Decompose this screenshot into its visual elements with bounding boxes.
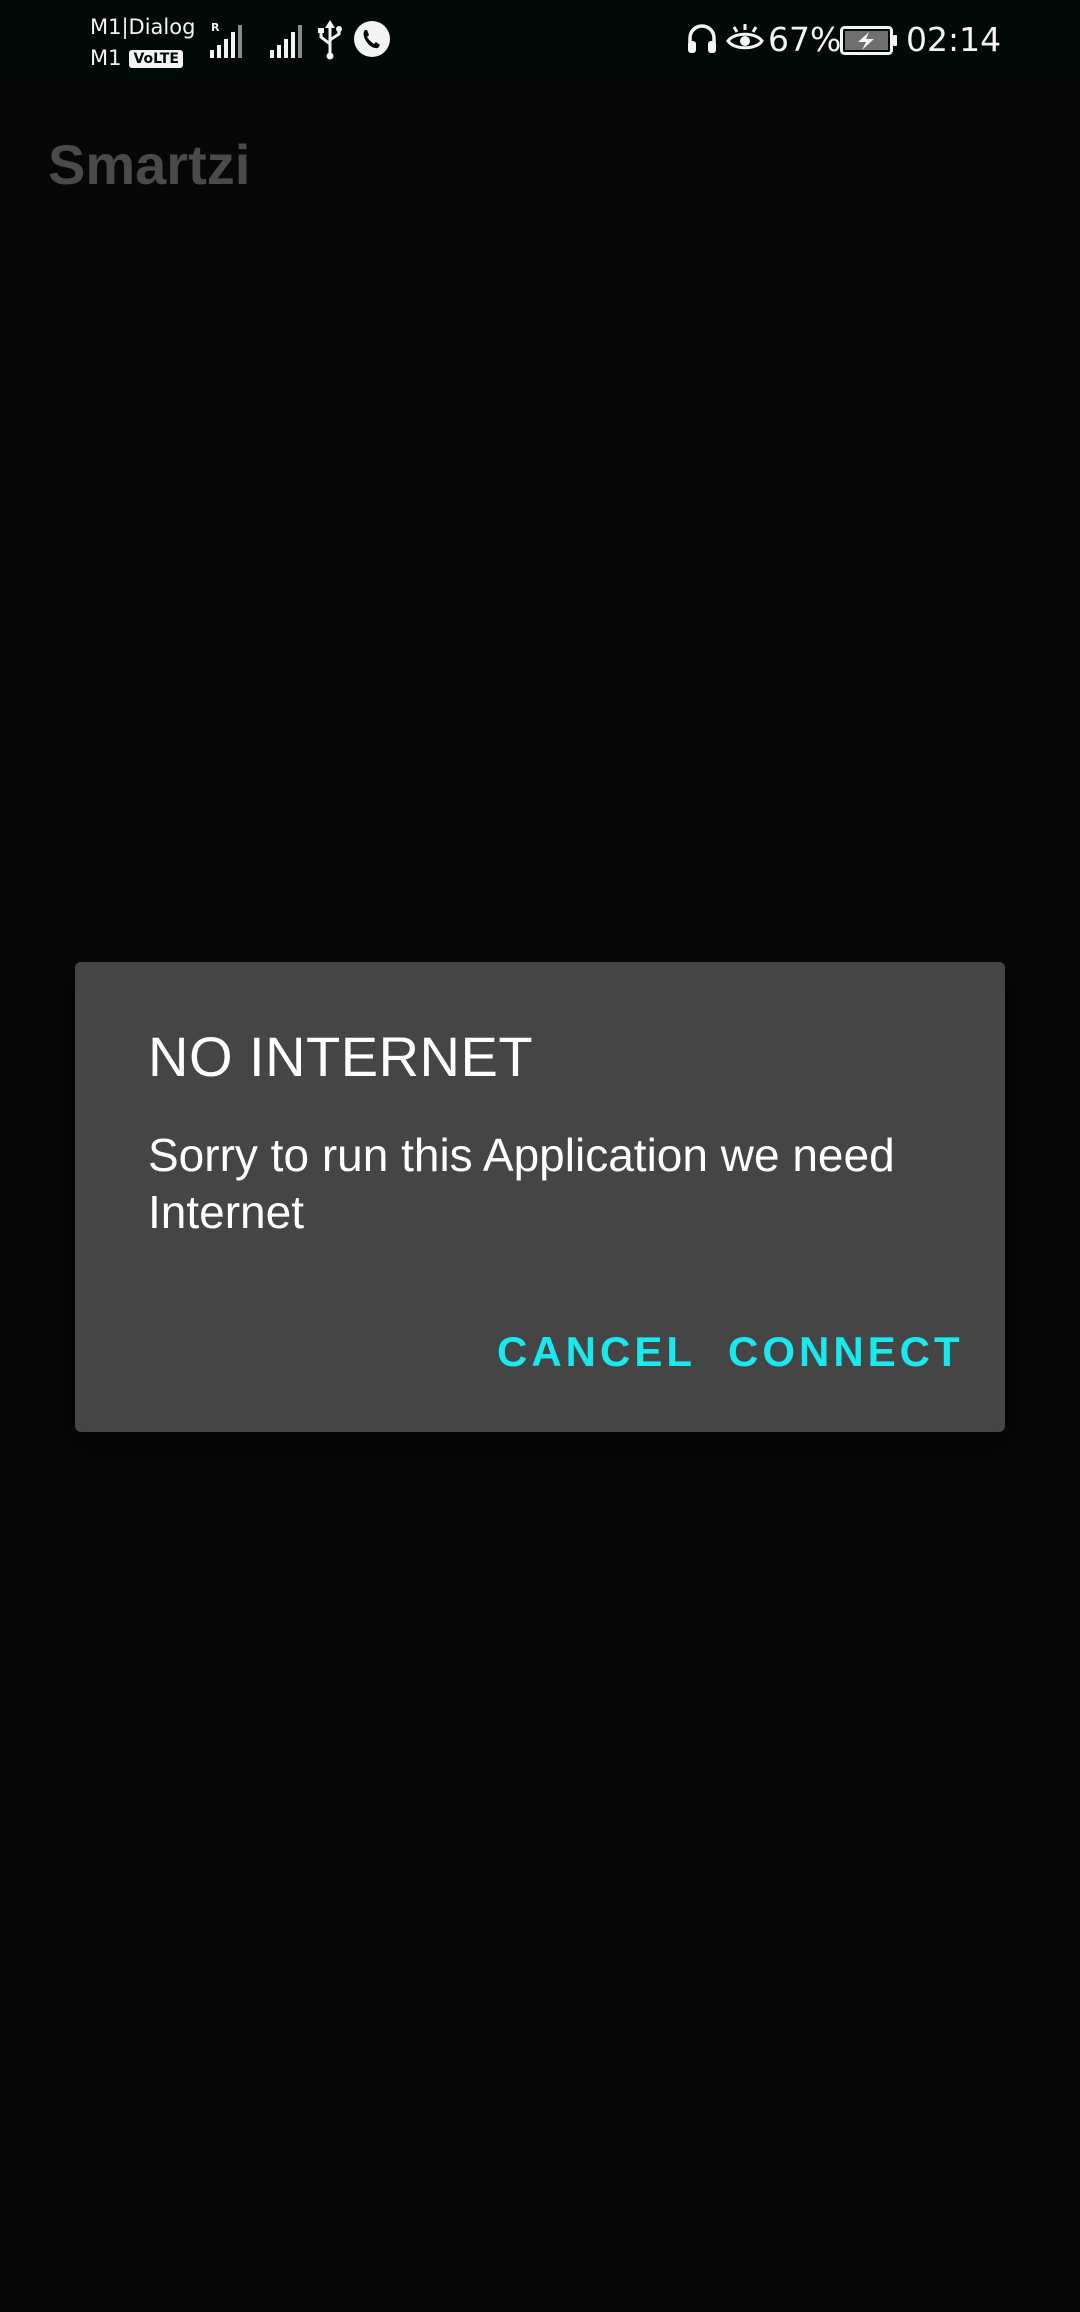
battery-charging-icon — [840, 26, 898, 60]
headset-icon — [686, 22, 718, 60]
app-title: Smartzi — [48, 133, 251, 196]
app-bar: Smartzi — [0, 80, 1080, 260]
connect-button[interactable]: CONNECT — [728, 1312, 964, 1392]
roaming-indicator: R — [211, 21, 220, 34]
signal-icon: R — [208, 20, 244, 64]
no-internet-dialog: NO INTERNET Sorry to run this Applicatio… — [75, 962, 1005, 1432]
status-bar: M1|Dialog M1 VoLTE R 67% 02:14 — [0, 0, 1080, 80]
clock: 02:14 — [906, 20, 1002, 59]
usb-icon — [316, 20, 344, 64]
dialog-message: Sorry to run this Application we need In… — [148, 1129, 895, 1238]
signal-icon — [268, 20, 304, 64]
carrier-name-bottom: M1 — [90, 46, 122, 70]
carrier-info: M1|Dialog M1 VoLTE — [90, 12, 195, 74]
carrier-name-top: M1|Dialog — [90, 15, 196, 39]
call-icon — [353, 20, 391, 62]
eye-icon — [726, 22, 764, 60]
dialog-title: NO INTERNET — [148, 1025, 534, 1088]
battery-percent: 67% — [768, 20, 842, 59]
cancel-button[interactable]: CANCEL — [497, 1312, 696, 1392]
volte-badge: VoLTE — [129, 49, 183, 68]
